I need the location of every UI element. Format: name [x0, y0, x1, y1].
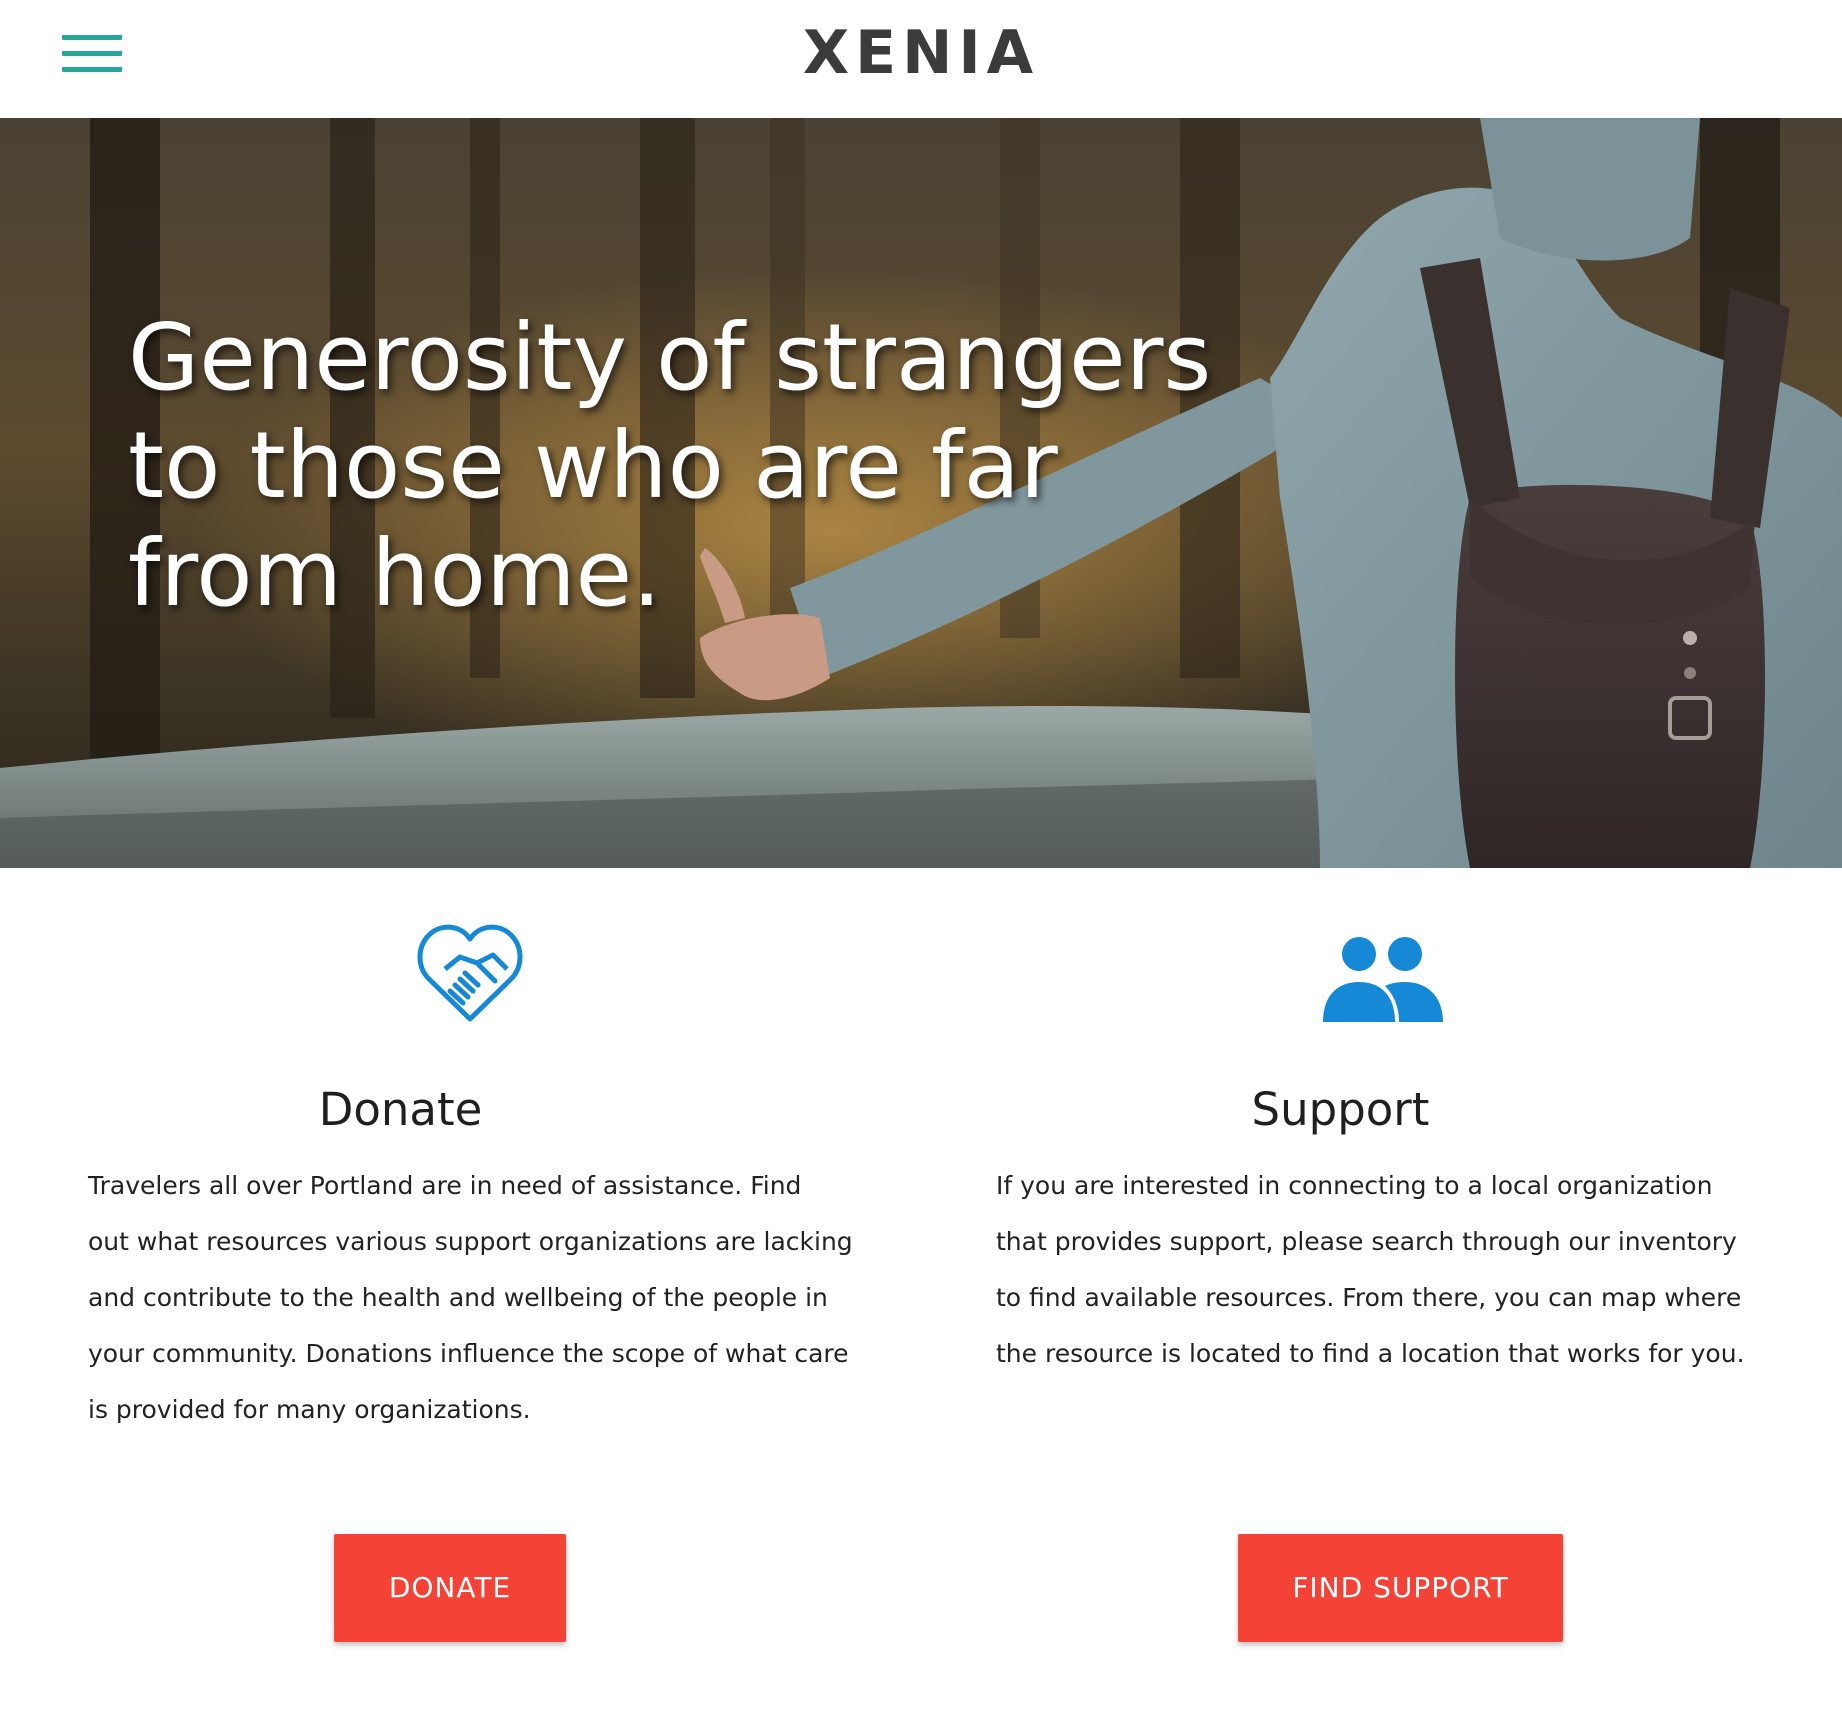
hero-title-line: Generosity of strangers — [128, 304, 1212, 411]
description-line: to find available resources. From there,… — [996, 1283, 1742, 1312]
description-line: Travelers all over Portland are in need … — [88, 1171, 802, 1200]
hero-banner: Generosity of strangers to those who are… — [0, 118, 1842, 868]
support-section: Support If you are interested in connect… — [921, 868, 1842, 1712]
hero-title: Generosity of strangers to those who are… — [128, 304, 1228, 628]
support-title: Support — [1251, 1083, 1430, 1136]
description-line: out what resources various support organ… — [88, 1227, 853, 1256]
people-icon — [1323, 937, 1443, 1022]
description-line: your community. Donations influence the … — [88, 1339, 849, 1368]
description-line: that provides support, please search thr… — [996, 1227, 1737, 1256]
donate-title: Donate — [318, 1083, 483, 1136]
heart-handshake-icon — [417, 924, 523, 1022]
top-header: XENIA — [0, 0, 1842, 118]
description-line: and contribute to the health and wellbei… — [88, 1283, 828, 1312]
landing-page: XENIA Generosity of strangers to those w… — [0, 0, 1842, 1712]
donate-description: Travelers all over Portland are in need … — [88, 1158, 878, 1438]
description-line: the resource is located to find a locati… — [996, 1339, 1745, 1368]
support-description: If you are interested in connecting to a… — [996, 1158, 1786, 1382]
hero-title-line: from home. — [128, 520, 662, 627]
find-support-button[interactable]: FIND SUPPORT — [1238, 1534, 1563, 1642]
description-line: If you are interested in connecting to a… — [996, 1171, 1713, 1200]
description-line: is provided for many organizations. — [88, 1395, 531, 1424]
donate-section: Donate Travelers all over Portland are i… — [0, 868, 921, 1712]
brand-logo[interactable]: XENIA — [0, 18, 1842, 88]
hero-title-line: to those who are far — [128, 412, 1058, 519]
donate-button[interactable]: DONATE — [334, 1534, 566, 1642]
